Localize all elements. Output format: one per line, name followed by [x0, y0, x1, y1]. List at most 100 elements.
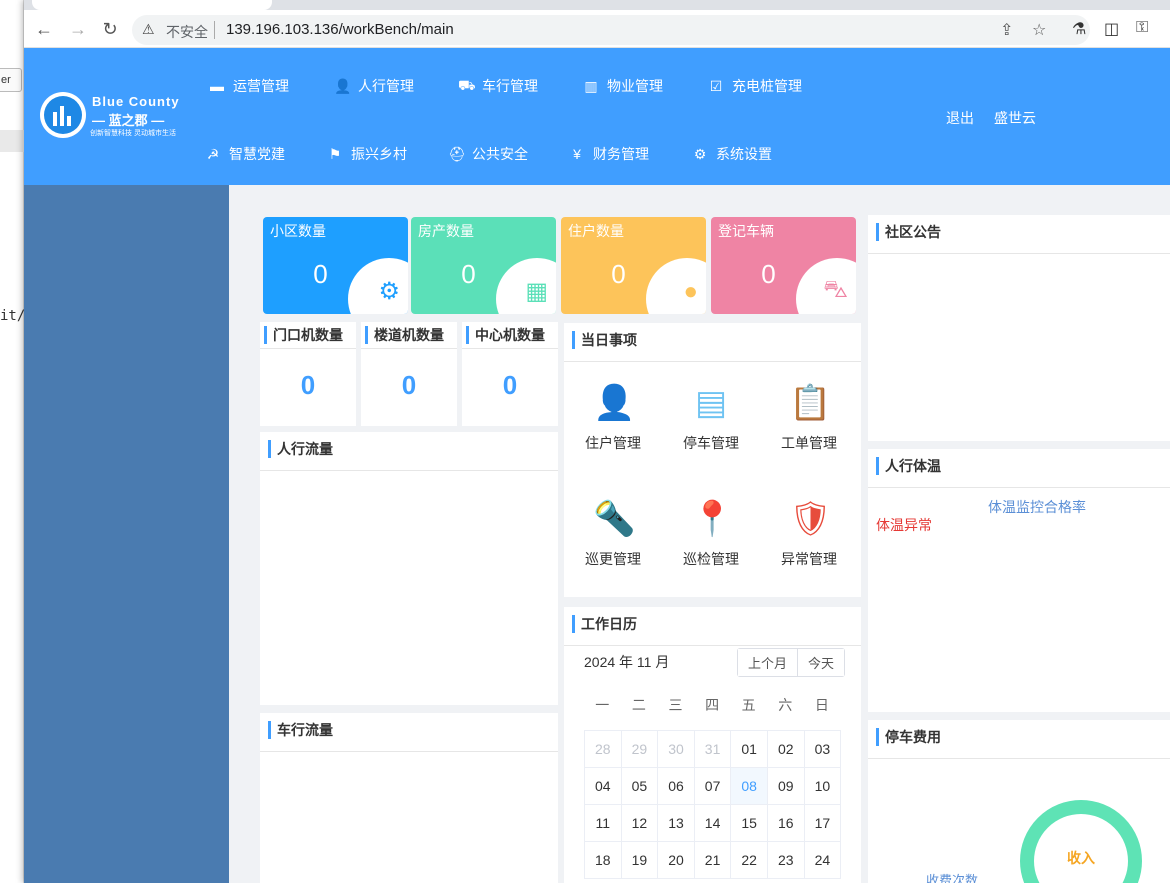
calendar-day[interactable]: 06 — [658, 768, 695, 805]
menu-property[interactable]: ▥ 物业管理 — [583, 76, 663, 96]
user-name[interactable]: 盛世云 — [994, 108, 1036, 128]
key-icon[interactable]: ⚿ — [1136, 19, 1148, 37]
address-bar[interactable]: ⚠ 不安全 139.196.103.136/workBench/main ⇪ ☆ — [132, 15, 1090, 45]
task-exception-management[interactable]: 🛡 异常管理 — [764, 497, 854, 569]
vehicle-flow-panel: 车行流量 — [260, 713, 558, 883]
calendar-day[interactable]: 17 — [804, 805, 842, 842]
url-text[interactable]: 139.196.103.136/workBench/main — [226, 21, 454, 38]
alert-shield-icon: 🛡 — [789, 500, 833, 538]
calendar-day[interactable]: 05 — [621, 768, 659, 805]
lab-flask-icon[interactable]: ⚗ — [1072, 19, 1086, 39]
menu-settings[interactable]: ⚙ 系统设置 — [692, 144, 772, 164]
stat-card-residents[interactable]: 住户数量 0 ● — [561, 217, 706, 314]
calendar-day[interactable]: 24 — [804, 842, 842, 879]
calendar-day[interactable]: 11 — [585, 805, 622, 842]
calendar-day[interactable]: 14 — [694, 805, 732, 842]
calendar-day[interactable]: 19 — [621, 842, 659, 879]
task-label: 工单管理 — [781, 435, 837, 451]
menu-charging[interactable]: ☑ 充电桩管理 — [708, 76, 802, 96]
calendar-day[interactable]: 03 — [804, 731, 842, 768]
share-icon[interactable]: ⇪ — [1000, 20, 1013, 40]
side-panel-icon[interactable]: ◫ — [1104, 19, 1119, 39]
logo-title: Blue County — [92, 94, 180, 109]
panel-divider — [260, 751, 558, 752]
forward-icon[interactable]: → — [66, 17, 90, 41]
task-resident-management[interactable]: 👤 住户管理 — [568, 381, 658, 453]
back-icon[interactable]: ← — [32, 17, 56, 41]
party-emblem-icon: ☭ — [206, 145, 220, 162]
reload-icon[interactable]: ↻ — [98, 17, 122, 41]
menu-label: 系统设置 — [716, 146, 772, 162]
insecure-label[interactable]: 不安全 — [166, 22, 208, 42]
menu-rural[interactable]: ⚑ 振兴乡村 — [327, 144, 407, 164]
menu-operations[interactable]: ▬ 运营管理 — [209, 76, 289, 96]
device-value: 0 — [300, 370, 316, 400]
menu-vehicle[interactable]: ⛟ 车行管理 — [458, 76, 538, 96]
logo[interactable]: Blue County — 蓝之郡 — 创新智慧科技 灵动城市生活 — [40, 92, 190, 142]
flag-icon: ⚑ — [328, 145, 342, 162]
stat-card-properties[interactable]: 房产数量 0 ▦ — [411, 217, 556, 314]
panel-title: 当日事项 — [572, 331, 637, 349]
calendar-day[interactable]: 22 — [731, 842, 768, 879]
calendar-day[interactable]: 12 — [621, 805, 659, 842]
panel-divider — [260, 470, 558, 471]
task-inspection-management[interactable]: 📍 巡检管理 — [666, 497, 756, 569]
calendar-day[interactable]: 18 — [585, 842, 622, 879]
weekday-label: 六 — [778, 697, 793, 713]
calendar-day[interactable]: 21 — [694, 842, 732, 879]
today-button[interactable]: 今天 — [797, 649, 845, 676]
app-header: Blue County — 蓝之郡 — 创新智慧科技 灵动城市生活 ▬ 运营管理 … — [24, 48, 1170, 185]
panel-title: 停车费用 — [876, 728, 941, 746]
stat-card-communities[interactable]: 小区数量 0 ⚙ — [263, 217, 408, 314]
bookmark-star-icon[interactable]: ☆ — [1032, 20, 1046, 40]
calendar-day[interactable]: 23 — [767, 842, 805, 879]
logout-link[interactable]: 退出 — [946, 108, 974, 128]
calendar-day[interactable]: 02 — [767, 731, 805, 768]
menu-label: 智慧党建 — [229, 146, 285, 162]
temperature-abnormal-label: 体温异常 — [876, 517, 932, 533]
menu-safety[interactable]: ⛑ 公共安全 — [448, 144, 528, 164]
calendar-day[interactable]: 28 — [585, 731, 622, 768]
stat-label: 小区数量 — [270, 223, 326, 239]
task-work-order-management[interactable]: 📋 工单管理 — [764, 381, 854, 453]
menu-party[interactable]: ☭ 智慧党建 — [205, 144, 285, 164]
panel-title: 车行流量 — [268, 721, 333, 739]
calendar-day[interactable]: 09 — [767, 768, 805, 805]
logo-subtitle: — 蓝之郡 — — [92, 113, 165, 128]
calendar-day[interactable]: 15 — [731, 805, 768, 842]
calendar-day[interactable]: 07 — [694, 768, 732, 805]
weekday-label: 五 — [741, 697, 756, 713]
calendar-day[interactable]: 01 — [731, 731, 768, 768]
device-label: 楼道机数量 — [365, 326, 444, 344]
address-separator — [214, 21, 215, 39]
panel-divider — [868, 758, 1170, 759]
calendar-day[interactable]: 04 — [585, 768, 622, 805]
temperature-pass-rate-label: 体温监控合格率 — [988, 499, 1086, 515]
main-content: 小区数量 0 ⚙ 房产数量 0 ▦ 住户数量 0 ● 登记车辆 0 ⛍ 门口机数… — [229, 185, 1170, 883]
calendar-day[interactable]: 20 — [658, 842, 695, 879]
sidebar — [24, 185, 229, 883]
menu-finance[interactable]: ¥ 财务管理 — [569, 144, 649, 164]
calendar-day[interactable]: 29 — [621, 731, 659, 768]
active-tab[interactable] — [32, 0, 272, 10]
menu-pedestrian[interactable]: 👤 人行管理 — [334, 76, 414, 96]
menu-label: 充电桩管理 — [732, 78, 802, 94]
calendar-day[interactable]: 16 — [767, 805, 805, 842]
warning-icon[interactable]: ⚠ — [142, 21, 155, 38]
stat-label: 房产数量 — [418, 223, 474, 239]
calendar-day[interactable]: 13 — [658, 805, 695, 842]
task-patrol-management[interactable]: 🔦 巡更管理 — [568, 497, 658, 569]
menu-label: 财务管理 — [593, 146, 649, 162]
calendar-month-label: 2024 年 11 月 — [584, 654, 670, 670]
calendar-day[interactable]: 10 — [804, 768, 842, 805]
device-count-center: 中心机数量 0 — [462, 322, 558, 426]
weekday-label: 四 — [705, 697, 720, 713]
task-parking-management[interactable]: ▤ 停车管理 — [666, 381, 756, 453]
calendar-day[interactable]: 31 — [694, 731, 732, 768]
stat-card-vehicles[interactable]: 登记车辆 0 ⛍ — [711, 217, 856, 314]
task-label: 巡检管理 — [683, 551, 739, 567]
menu-label: 车行管理 — [482, 78, 538, 94]
prev-month-button[interactable]: 上个月 — [738, 649, 798, 676]
calendar-day[interactable]: 08 — [731, 768, 768, 805]
calendar-day[interactable]: 30 — [658, 731, 695, 768]
